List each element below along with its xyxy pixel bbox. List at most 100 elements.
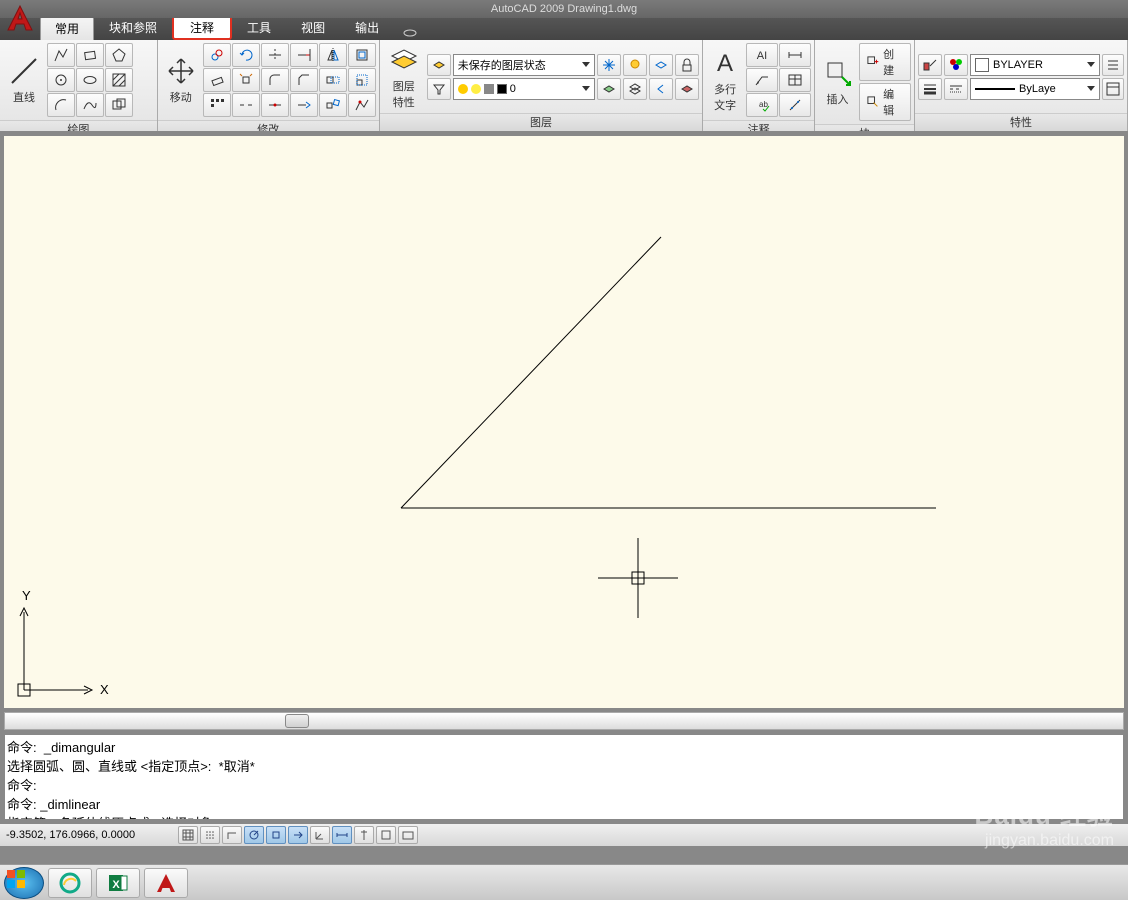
rectangle-button[interactable] <box>76 43 104 67</box>
region-button[interactable] <box>105 93 133 117</box>
otrack-toggle[interactable] <box>288 826 308 844</box>
ellipse-button[interactable] <box>76 68 104 92</box>
qp-toggle[interactable] <box>376 826 396 844</box>
join-button[interactable] <box>261 93 289 117</box>
lineweight-button[interactable] <box>918 78 942 100</box>
chevron-down-icon <box>582 62 590 67</box>
insert-block-button[interactable]: 插入 <box>818 49 857 115</box>
polar-toggle[interactable] <box>244 826 264 844</box>
rotate-button[interactable] <box>232 43 260 67</box>
create-block-button[interactable]: 创建 <box>859 43 911 81</box>
erase-button[interactable] <box>203 68 231 92</box>
taskbar-ie-button[interactable] <box>48 868 92 898</box>
layer-freeze-button[interactable] <box>597 54 621 76</box>
grid-toggle[interactable] <box>200 826 220 844</box>
qat-save-icon[interactable] <box>80 2 98 16</box>
layer-states-button[interactable] <box>427 54 451 76</box>
dyn-toggle[interactable] <box>332 826 352 844</box>
layer-lock-button[interactable] <box>675 54 699 76</box>
layer-iso-button[interactable] <box>649 54 673 76</box>
svg-text:AI: AI <box>757 50 767 62</box>
stretch-button[interactable] <box>319 68 347 92</box>
qat-undo-icon[interactable] <box>120 2 138 16</box>
panel-block-title: 块 <box>815 124 914 132</box>
color-dropdown[interactable]: BYLAYER <box>970 54 1100 76</box>
edit-block-button[interactable]: 编辑 <box>859 83 911 121</box>
polyline-button[interactable] <box>47 43 75 67</box>
drawing-canvas[interactable]: Y X <box>4 136 1124 708</box>
tab-view[interactable]: 视图 <box>286 15 340 40</box>
horizontal-scrollbar[interactable] <box>4 712 1124 730</box>
line-button[interactable]: 直线 <box>3 47 45 113</box>
layer-uniso-button[interactable] <box>675 78 699 100</box>
arc-button[interactable] <box>47 93 75 117</box>
ducs-toggle[interactable] <box>310 826 330 844</box>
edit-polyline-button[interactable] <box>348 93 376 117</box>
scale-button[interactable] <box>348 68 376 92</box>
scrollbar-thumb[interactable] <box>285 714 309 728</box>
tab-annotate[interactable]: 注释 <box>172 15 232 40</box>
fillet-button[interactable] <box>261 68 289 92</box>
trim-button[interactable] <box>261 43 289 67</box>
polygon-button[interactable] <box>105 43 133 67</box>
circle-button[interactable] <box>47 68 75 92</box>
lengthen-button[interactable] <box>290 93 318 117</box>
singleline-text-button[interactable]: AI <box>746 43 778 67</box>
break-button[interactable] <box>232 93 260 117</box>
annotation-scale-button[interactable] <box>779 93 811 117</box>
svg-text:ab: ab <box>759 100 768 109</box>
linear-dim-button[interactable] <box>779 43 811 67</box>
layer-dropdown[interactable]: 0 <box>453 78 595 100</box>
osnap-toggle[interactable] <box>266 826 286 844</box>
snap-toggle[interactable] <box>178 826 198 844</box>
mirror-button[interactable] <box>319 43 347 67</box>
ortho-toggle[interactable] <box>222 826 242 844</box>
layer-match-button[interactable] <box>623 78 647 100</box>
qat-redo-icon[interactable] <box>140 2 158 16</box>
tab-blocks[interactable]: 块和参照 <box>94 15 172 40</box>
layer-properties-button[interactable]: 图层 特性 <box>383 44 425 110</box>
layer-make-current-button[interactable] <box>597 78 621 100</box>
spellcheck-button[interactable]: ab <box>746 93 778 117</box>
chamfer-button[interactable] <box>290 68 318 92</box>
taskbar-autocad-button[interactable] <box>144 868 188 898</box>
tab-tools[interactable]: 工具 <box>232 15 286 40</box>
lwt-toggle[interactable] <box>354 826 374 844</box>
offset-button[interactable] <box>348 43 376 67</box>
properties-dialog-button[interactable] <box>1102 78 1124 100</box>
line-icon <box>8 55 40 87</box>
qat-open-icon[interactable] <box>60 2 78 16</box>
tab-overflow-icon[interactable] <box>400 26 420 40</box>
layer-state-dropdown[interactable]: 未保存的图层状态 <box>453 54 595 76</box>
tab-home[interactable]: 常用 <box>40 16 94 40</box>
command-window[interactable]: 命令: _dimangular 选择圆弧、圆、直线或 <指定顶点>: *取消* … <box>4 734 1124 820</box>
layer-off-button[interactable] <box>623 54 647 76</box>
match-properties-button[interactable] <box>918 54 942 76</box>
mtext-button[interactable]: A 多行 文字 <box>706 47 744 113</box>
start-button[interactable] <box>4 867 44 899</box>
layer-previous-button[interactable] <box>649 78 673 100</box>
leader-button[interactable] <box>746 68 778 92</box>
properties-palette-button[interactable] <box>944 54 968 76</box>
autocad-logo-icon[interactable] <box>4 2 36 34</box>
extend-button[interactable] <box>290 43 318 67</box>
table-button[interactable] <box>779 68 811 92</box>
copy-button[interactable] <box>203 43 231 67</box>
panel-annotate-title: 注释 <box>703 120 814 132</box>
layer-filter-button[interactable] <box>427 78 451 100</box>
spline-button[interactable] <box>76 93 104 117</box>
qat-new-icon[interactable] <box>40 2 58 16</box>
list-button[interactable] <box>1102 54 1124 76</box>
linetype-dropdown[interactable]: ByLaye <box>970 78 1100 100</box>
tab-output[interactable]: 输出 <box>340 15 394 40</box>
taskbar-excel-button[interactable]: X <box>96 868 140 898</box>
qat-print-icon[interactable] <box>100 2 118 16</box>
align-button[interactable] <box>319 93 347 117</box>
ucs-icon: Y X <box>10 582 110 702</box>
model-button[interactable] <box>398 826 418 844</box>
hatch-button[interactable] <box>105 68 133 92</box>
move-button[interactable]: 移动 <box>161 47 201 113</box>
explode-button[interactable] <box>232 68 260 92</box>
linetype-button[interactable] <box>944 78 968 100</box>
array-button[interactable] <box>203 93 231 117</box>
